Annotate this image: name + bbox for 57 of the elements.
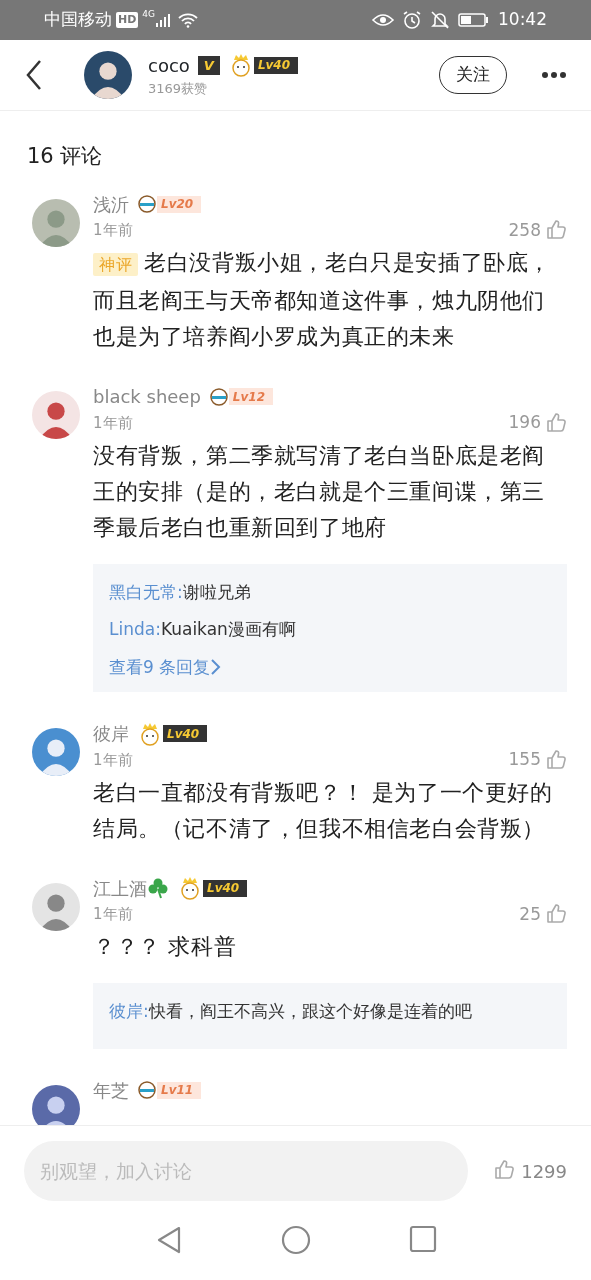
alarm-icon (402, 10, 422, 30)
level-label: Lv20 (157, 195, 202, 213)
level-label: Lv40 (203, 879, 248, 897)
comment-text: 神评 老白没背叛小姐，老白只是安插了卧底，而且老阎王与天帝都知道这件事，烛九阴他们也是为了培养阎小罗成为真正的未来 (93, 249, 552, 351)
comment-time: 1年前 (93, 749, 133, 771)
author-name: 年芝 (93, 1078, 129, 1103)
level-label: Lv12 (228, 388, 274, 405)
recents-nav-icon[interactable] (408, 1225, 437, 1253)
comment-text: 没有背叛，第二季就写清了老白当卧底是老阎王的安排（是的，老白就是个三重间谍，第三季最后老白也重新回到了地府 (93, 441, 546, 542)
avatar (32, 1084, 80, 1125)
thumbs-up-icon[interactable] (545, 411, 567, 434)
battery-icon (458, 12, 490, 28)
like-count: 1299 (521, 1159, 567, 1184)
comment-text: 老白一直都没有背叛吧？！ 是为了一个更好的结局。（记不清了，但我不相信老白会背叛） (93, 778, 554, 843)
like-count: 3169获赞 (148, 79, 209, 98)
reply-text: 黑白无常:谢啦兄弟 (109, 580, 252, 604)
comment-time: 1年前 (93, 220, 133, 241)
level-label: Lv11 (157, 1081, 202, 1099)
muted-bell-icon (430, 10, 450, 30)
avatar (84, 51, 132, 99)
verified-label: V (197, 55, 220, 75)
home-nav-icon[interactable] (280, 1225, 311, 1255)
thumbs-up-icon[interactable] (545, 903, 567, 926)
user-name: coco (148, 53, 190, 78)
back-icon[interactable] (24, 59, 44, 91)
wifi-icon (177, 12, 200, 28)
author-name: 彼岸 (93, 722, 129, 746)
author-name: black sheep (93, 385, 201, 409)
like-count: 25 (519, 902, 541, 926)
thumbs-up-icon[interactable] (545, 219, 567, 242)
avatar (32, 198, 80, 247)
chevron-right-icon[interactable] (210, 658, 223, 677)
avatar (32, 882, 80, 931)
level-label: Lv40 (253, 56, 299, 74)
like-count: 155 (508, 748, 541, 771)
carrier-name: 中国移动 (44, 8, 112, 32)
signal-icon (155, 12, 172, 28)
level-label: Lv40 (163, 725, 208, 742)
author-name: 江上酒 (93, 876, 147, 901)
network-type: 4G (142, 8, 156, 21)
avatar (32, 391, 80, 439)
eye-icon (372, 12, 394, 28)
thumbs-up-icon[interactable] (545, 748, 567, 771)
reply-text: Linda:Kuaikan漫画有啊 (109, 618, 297, 641)
comments-heading: 16 评论 (26, 143, 104, 170)
follow-button[interactable]: 关注 (439, 56, 507, 94)
comment-text: ？？？ 求科普 (93, 933, 238, 961)
comment-time: 1年前 (93, 904, 133, 925)
like-count: 196 (508, 411, 541, 434)
reply-text: 彼岸:快看，阎王不高兴，跟这个好像是连着的吧 (109, 1000, 473, 1023)
status-time: 10:42 (498, 8, 547, 32)
avatar (32, 728, 80, 776)
network-badge: HD (116, 11, 139, 29)
more-icon[interactable] (541, 71, 567, 79)
author-name: 浅沂 (93, 192, 129, 217)
like-count: 258 (508, 218, 541, 242)
comment-time: 1年前 (93, 412, 133, 434)
